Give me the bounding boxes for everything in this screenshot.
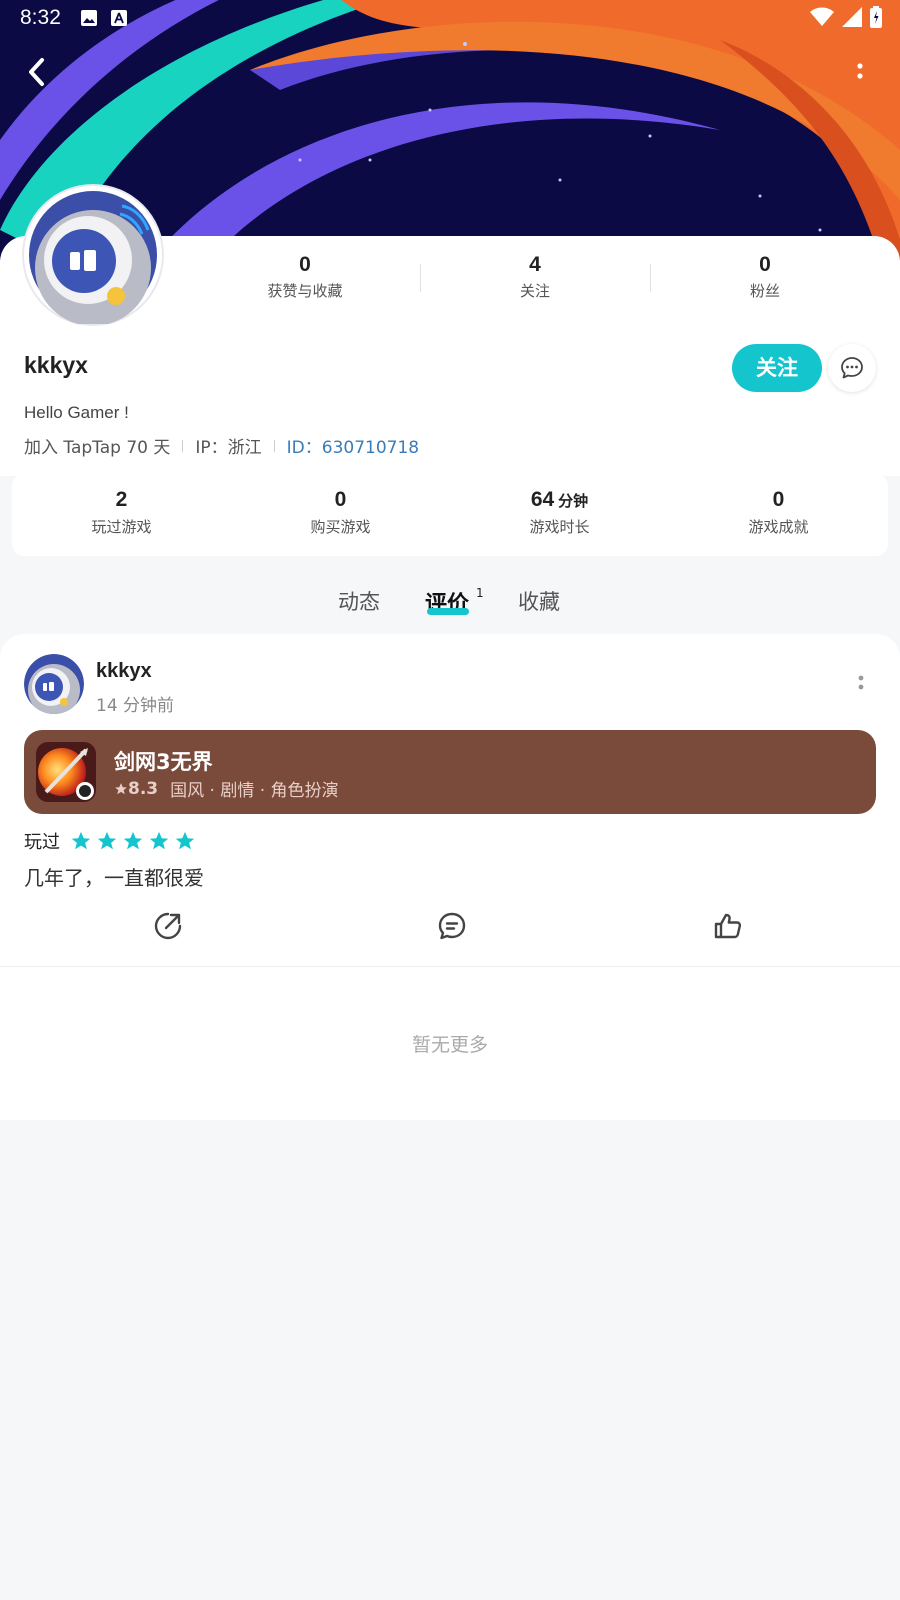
game-card[interactable]: 剑网3无界 8.3 国风 · 剧情 · 角色扮演 <box>24 730 876 814</box>
comment-button[interactable] <box>436 910 472 946</box>
tab-feed[interactable]: 动态 <box>338 586 380 616</box>
profile-stats: 0 获赞与收藏 4 关注 0 粉丝 <box>190 252 880 302</box>
divider <box>182 439 184 452</box>
gstat-played-label: 玩过游戏 <box>91 518 152 536</box>
star-icon <box>149 831 169 850</box>
more-vertical-icon <box>858 675 864 690</box>
message-icon <box>841 357 863 379</box>
post-avatar[interactable] <box>24 654 84 714</box>
stat-likes-count: 0 <box>299 253 311 276</box>
stat-likes-label: 获赞与收藏 <box>267 282 343 300</box>
post-actions <box>0 910 900 950</box>
ip-location: IP：浙江 <box>195 438 262 458</box>
game-stats-card: 2 玩过游戏 0 购买游戏 64 分钟 游戏时长 0 游戏成就 <box>12 474 888 556</box>
user-id[interactable]: ID：630710718 <box>287 433 419 458</box>
follow-button[interactable]: 关注 <box>732 344 822 392</box>
share-icon <box>154 912 182 940</box>
game-rating-value: 8.3 <box>128 778 159 799</box>
star-icon <box>175 831 195 850</box>
like-icon <box>714 913 742 939</box>
app-store-icon <box>110 8 128 32</box>
joined-days: 加入 TapTap 70 天 <box>24 438 171 458</box>
status-bar: 8:32 <box>0 0 900 36</box>
star-icon <box>115 782 127 794</box>
tab-reviews-badge: 1 <box>476 586 484 600</box>
gstat-bought-label: 购买游戏 <box>310 518 371 536</box>
gstat-playtime-label: 游戏时长 <box>529 518 590 536</box>
stat-likes[interactable]: 0 获赞与收藏 <box>190 252 420 302</box>
post-more-button[interactable] <box>852 672 870 694</box>
stat-followers-label: 粉丝 <box>749 282 780 300</box>
star-icon <box>123 831 143 850</box>
gstat-bought-count: 0 <box>334 488 347 511</box>
no-more-text: 暂无更多 <box>411 1034 488 1056</box>
star-icon <box>71 831 91 850</box>
stat-following-count: 4 <box>529 253 541 276</box>
stat-followers-count: 0 <box>759 253 771 276</box>
gstat-playtime-unit: 分钟 <box>558 492 589 510</box>
tab-favorites[interactable]: 收藏 <box>518 586 560 616</box>
star-icon <box>97 831 117 850</box>
stat-followers[interactable]: 0 粉丝 <box>650 252 880 302</box>
game-meta: 8.3 国风 · 剧情 · 角色扮演 <box>114 776 339 801</box>
gstat-achievements-label: 游戏成就 <box>748 518 809 536</box>
stat-following-label: 关注 <box>519 282 550 300</box>
divider <box>0 966 900 967</box>
back-button[interactable] <box>22 52 54 92</box>
back-icon <box>29 58 44 86</box>
gstat-playtime[interactable]: 64 分钟 游戏时长 <box>450 474 669 556</box>
post-username[interactable]: kkkyx <box>96 660 152 683</box>
more-button[interactable] <box>850 58 870 86</box>
like-button[interactable] <box>712 910 748 946</box>
game-rating: 8.3 <box>114 779 158 799</box>
message-button[interactable] <box>828 344 876 392</box>
image-icon <box>80 8 98 32</box>
signal-icon <box>842 7 862 32</box>
stat-following[interactable]: 4 关注 <box>420 252 650 302</box>
username: kkkyx <box>24 352 88 378</box>
review-text: 几年了，一直都很爱 <box>24 866 204 890</box>
gstat-achievements[interactable]: 0 游戏成就 <box>669 474 888 556</box>
divider <box>273 439 275 452</box>
tab-active-indicator <box>427 608 469 615</box>
comment-icon <box>438 912 466 940</box>
gstat-played[interactable]: 2 玩过游戏 <box>12 474 231 556</box>
game-tags: 国风 · 剧情 · 角色扮演 <box>170 781 339 801</box>
battery-icon <box>870 6 882 33</box>
star-rating <box>70 830 196 852</box>
gstat-achievements-count: 0 <box>772 488 785 511</box>
status-time: 8:32 <box>20 6 61 29</box>
played-label: 玩过 <box>24 832 60 852</box>
played-rating-row: 玩过 <box>24 828 196 854</box>
post-timestamp: 14 分钟前 <box>96 696 175 716</box>
share-button[interactable] <box>152 910 188 946</box>
gstat-playtime-count: 64 <box>530 488 555 511</box>
avatar[interactable] <box>24 186 162 326</box>
more-vertical-icon <box>857 63 863 79</box>
bio: Hello Gamer ! <box>24 403 129 422</box>
gstat-bought[interactable]: 0 购买游戏 <box>231 474 450 556</box>
game-title: 剑网3无界 <box>114 750 213 774</box>
profile-meta: 加入 TapTap 70 天 IP：浙江 ID：630710718 <box>24 433 419 458</box>
wifi-icon <box>810 7 834 32</box>
gstat-played-count: 2 <box>115 488 128 511</box>
game-icon <box>36 742 96 802</box>
